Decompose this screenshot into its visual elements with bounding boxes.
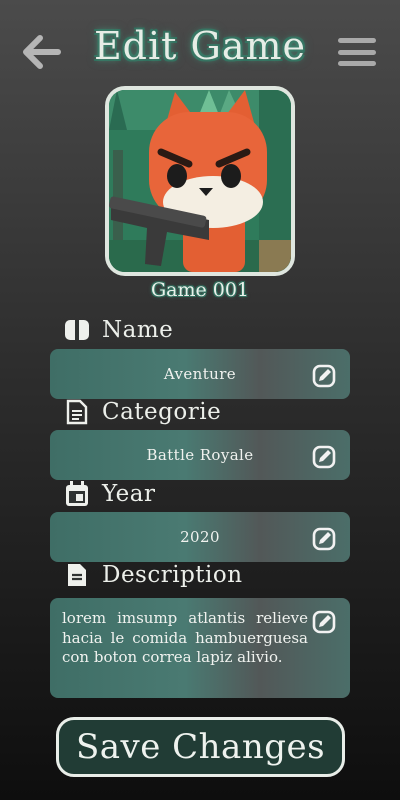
hamburger-menu-icon-line [338, 49, 376, 55]
description-edit-icon[interactable] [312, 610, 336, 634]
menu-button[interactable] [332, 32, 382, 72]
category-edit-icon[interactable] [312, 445, 336, 469]
save-changes-button[interactable]: Save Changes [56, 717, 345, 777]
hamburger-menu-icon [338, 38, 376, 43]
description-label-text: Description [102, 562, 243, 588]
year-edit-icon[interactable] [312, 527, 336, 551]
year-label-text: Year [102, 481, 156, 507]
category-label-text: Categorie [102, 399, 222, 425]
calendar-icon [64, 481, 90, 507]
document-icon [64, 399, 90, 425]
year-label: Year [64, 481, 156, 507]
category-field-value: Battle Royale [146, 446, 254, 464]
description-field[interactable]: lorem imsump atlantis relieve hacia le c… [50, 598, 350, 698]
game-cover-image[interactable] [105, 86, 295, 276]
description-field-value: lorem imsump atlantis relieve hacia le c… [62, 609, 308, 666]
header: Edit Game [0, 0, 400, 90]
hamburger-menu-icon-line [338, 61, 376, 66]
category-field[interactable]: Battle Royale [50, 430, 350, 480]
description-label: Description [64, 562, 243, 588]
name-field-value: Aventure [163, 365, 237, 383]
save-changes-label: Save Changes [75, 727, 326, 767]
name-field[interactable]: Aventure [50, 349, 350, 399]
name-edit-icon[interactable] [312, 364, 336, 388]
description-icon [64, 562, 90, 588]
fox-with-gun-game-art [109, 90, 291, 272]
game-name: Game 001 [150, 279, 250, 301]
name-label: Name [64, 317, 173, 343]
year-field-value: 2020 [180, 528, 220, 546]
name-label-text: Name [102, 317, 174, 343]
year-field[interactable]: 2020 [50, 512, 350, 562]
category-label: Categorie [64, 399, 221, 425]
id-card-icon [64, 317, 90, 343]
